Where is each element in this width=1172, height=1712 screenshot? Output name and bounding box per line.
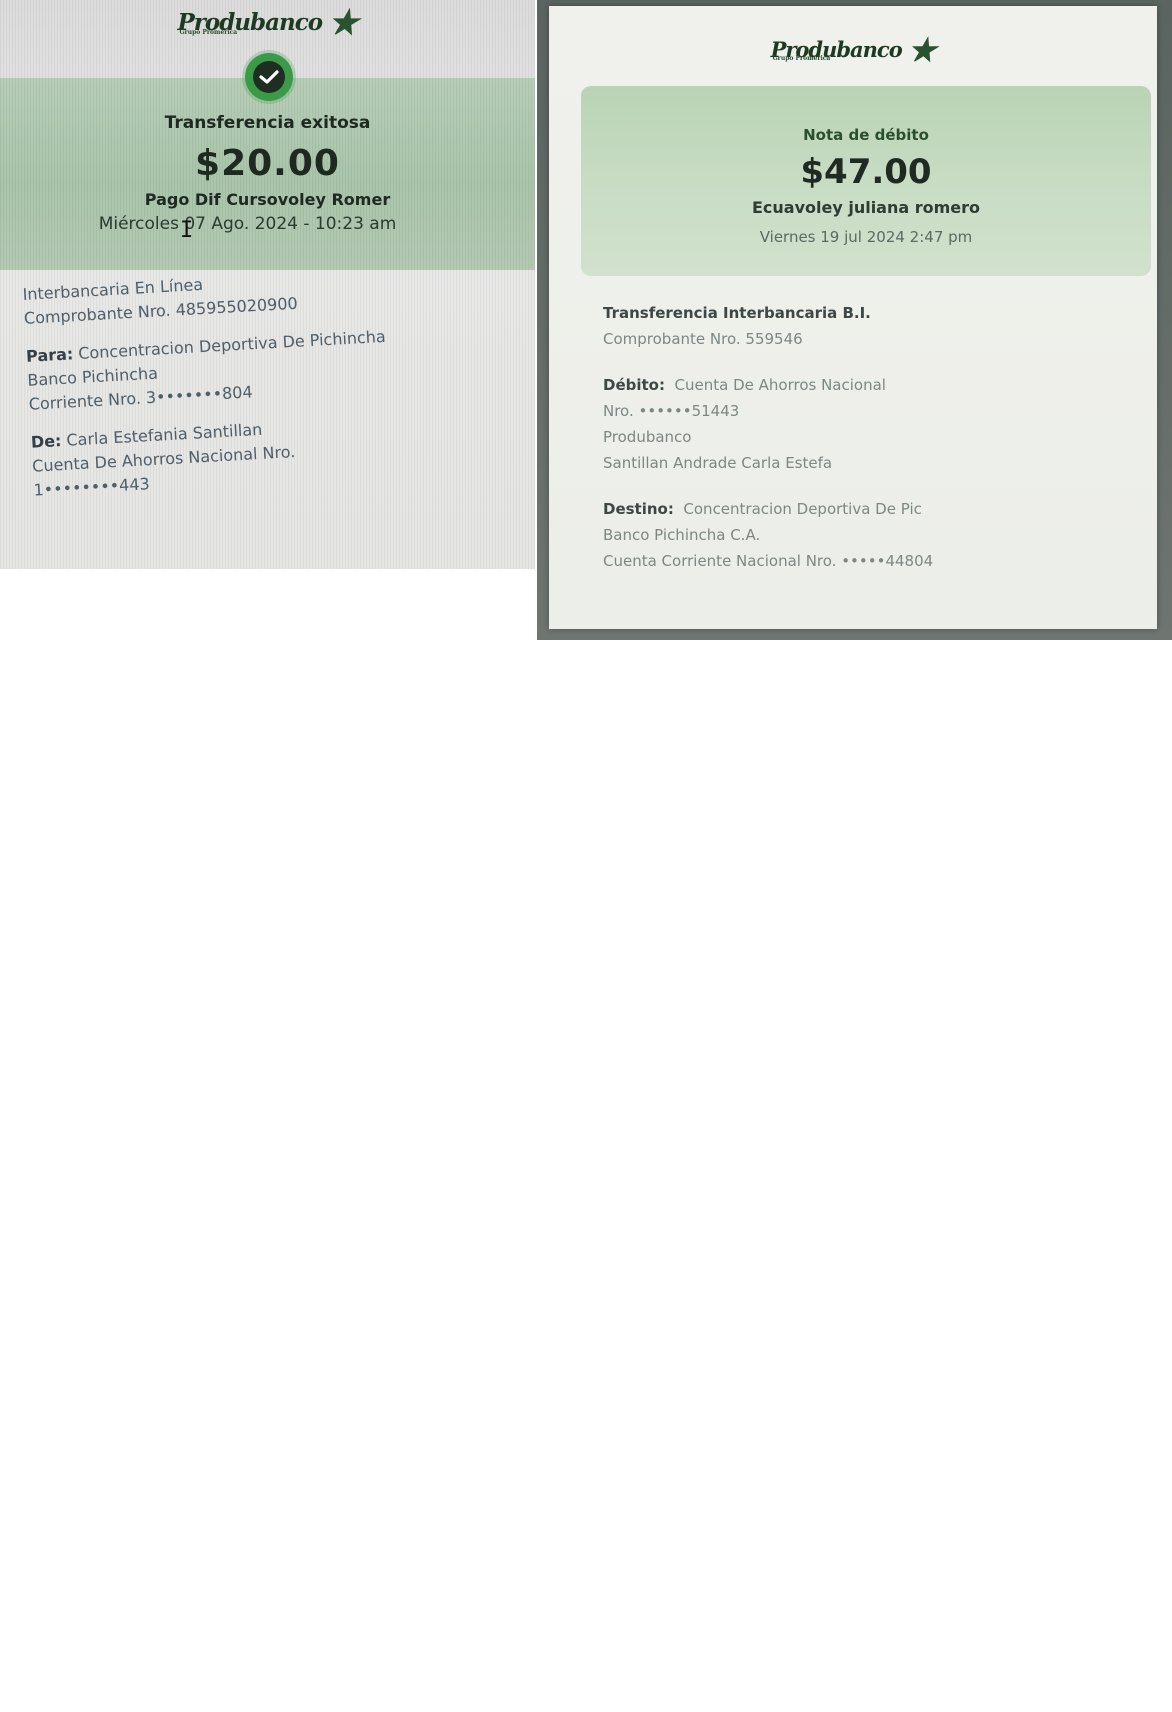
right-receipt-photo: Produbanco Grupo Promerica ★ Nota de déb…	[537, 0, 1172, 640]
transfer-amount: $20.00	[195, 143, 340, 184]
star-logo-icon: ★	[907, 31, 937, 69]
debit-block: Débito: Cuenta De Ahorros Nacional Nro. …	[603, 372, 1143, 476]
destination-label: Destino:	[603, 500, 674, 518]
destination-account: Cuenta Corriente Nacional Nro. •••••4480…	[603, 552, 934, 570]
text-cursor-icon: I	[180, 218, 194, 243]
debit-concept: Ecuavoley juliana romero	[751, 198, 981, 217]
right-header-band: Nota de débito $47.00 Ecuavoley juliana …	[581, 86, 1151, 276]
left-receipt-photo: Produbanco Grupo Promerica ★ Transferenc…	[0, 0, 535, 569]
debit-status: Nota de débito	[803, 126, 929, 144]
left-transfer-details: Interbancaria En Línea Comprobante Nro. …	[22, 255, 534, 517]
voucher-block: Transferencia Interbancaria B.I. Comprob…	[603, 300, 1143, 352]
star-logo-icon: ★	[328, 3, 359, 43]
debit-bank: Produbanco	[603, 428, 692, 446]
to-label: Para:	[25, 344, 74, 366]
destination-bank: Banco Pichincha C.A.	[603, 526, 761, 544]
debit-label: Débito:	[603, 376, 665, 394]
check-circle-icon	[245, 53, 293, 101]
left-brand-logo: Produbanco Grupo Promerica ★	[0, 6, 535, 40]
transfer-date: Miércoles 07 Ago. 2024 - 10:23 am	[98, 214, 397, 234]
transfer-concept: Pago Dif Cursovoley Romer	[144, 190, 391, 209]
sender-block: De: Carla Estefania Santillan Cuenta De …	[30, 403, 533, 503]
debit-account: Nro. ••••••51443	[603, 402, 740, 420]
transfer-type: Transferencia Interbancaria B.I.	[603, 304, 871, 322]
recipient-block: Para: Concentracion Deportiva De Pichinc…	[25, 317, 528, 417]
voucher-number: Comprobante Nro. 559546	[603, 330, 803, 348]
from-label: De:	[30, 431, 62, 452]
right-receipt-paper: Produbanco Grupo Promerica ★ Nota de déb…	[549, 6, 1157, 629]
right-brand-logo: Produbanco Grupo Promerica ★	[549, 34, 1157, 66]
debit-amount: $47.00	[800, 152, 932, 192]
destination-block: Destino: Concentracion Deportiva De Pic …	[603, 496, 1143, 574]
debit-account-type: Cuenta De Ahorros Nacional	[674, 376, 886, 394]
right-transfer-details: Transferencia Interbancaria B.I. Comprob…	[603, 300, 1143, 594]
debit-holder: Santillan Andrade Carla Estefa	[603, 454, 833, 472]
destination-name: Concentracion Deportiva De Pic	[683, 500, 922, 518]
transfer-status: Transferencia exitosa	[164, 113, 371, 133]
debit-date: Viernes 19 jul 2024 2:47 pm	[759, 228, 973, 246]
